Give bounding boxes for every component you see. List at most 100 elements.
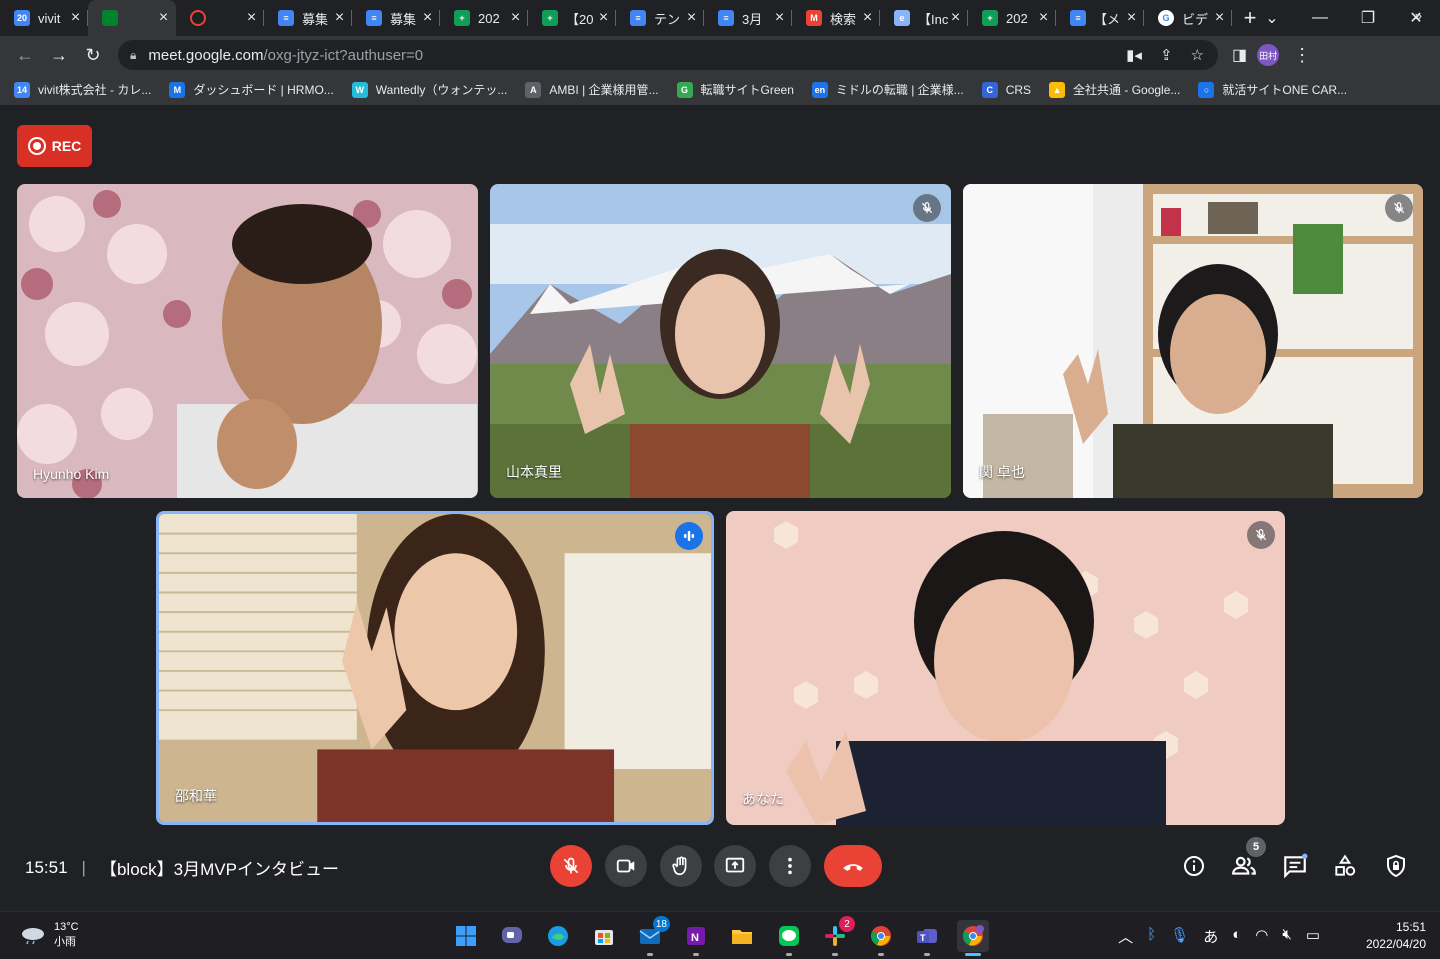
side-panel-icon[interactable]: ◨	[1232, 45, 1247, 65]
battery-icon[interactable]: ▭	[1306, 926, 1320, 947]
close-tab-icon[interactable]: ×	[245, 9, 258, 27]
minimize-button[interactable]: —	[1296, 9, 1344, 27]
lock-icon[interactable]: 🔒︎	[130, 48, 136, 63]
browser-tab[interactable]: 20 vivit ×	[0, 0, 88, 36]
restore-button[interactable]: ❐	[1344, 8, 1392, 28]
taskbar-mail[interactable]: 18	[634, 916, 670, 956]
more-bookmarks-button[interactable]: »	[1415, 8, 1422, 23]
teams-icon: T	[917, 929, 937, 943]
leave-call-button[interactable]	[824, 845, 882, 887]
browser-tab[interactable]: +202 ×	[440, 0, 528, 36]
camera-in-use-icon[interactable]: ▮◂	[1126, 46, 1142, 64]
tab-search-icon[interactable]: ⌄	[1248, 8, 1296, 28]
bluetooth-icon[interactable]: ᛒ	[1147, 926, 1156, 947]
close-tab-icon[interactable]: ×	[685, 9, 698, 27]
bookmark-item[interactable]: en ミドルの転職 | 企業様...	[811, 81, 964, 98]
bookmark-item[interactable]: 14 vivit株式会社 - カレ...	[14, 81, 151, 98]
focus-assist-icon[interactable]: ◐	[1232, 926, 1241, 947]
close-tab-icon[interactable]: ×	[1213, 9, 1226, 27]
browser-tab[interactable]: +202 ×	[968, 0, 1056, 36]
docs-icon: ≡	[366, 10, 382, 26]
browser-tab[interactable]: ×	[88, 0, 176, 36]
bookmark-item[interactable]: A AMBI | 企業様用管...	[525, 81, 659, 98]
activities-button[interactable]	[1328, 849, 1362, 883]
meeting-details-button[interactable]	[1177, 849, 1211, 883]
show-hidden-icons[interactable]: ︿	[1118, 926, 1133, 947]
close-tab-icon[interactable]: ×	[509, 9, 522, 27]
slack-badge: 2	[839, 916, 855, 932]
raise-hand-button[interactable]	[660, 845, 702, 887]
close-tab-icon[interactable]: ×	[1037, 9, 1050, 27]
browser-tab[interactable]: e 【Inc ×	[880, 0, 968, 36]
browser-tab[interactable]: + 【20 ×	[528, 0, 616, 36]
chat-button[interactable]	[1278, 849, 1312, 883]
more-options-button[interactable]	[769, 845, 811, 887]
close-tab-icon[interactable]: ×	[1125, 9, 1138, 27]
taskbar-chrome[interactable]	[865, 920, 897, 956]
taskbar-onenote[interactable]: N	[680, 920, 712, 956]
close-tab-icon[interactable]: ×	[597, 9, 610, 27]
participant-tile[interactable]: 山本真里	[490, 184, 951, 498]
close-tab-icon[interactable]: ×	[157, 9, 170, 27]
close-tab-icon[interactable]: ×	[421, 9, 434, 27]
participant-tile-active-speaker[interactable]: 邵和華	[156, 511, 714, 825]
share-icon[interactable]: ⇪	[1160, 46, 1173, 64]
back-button[interactable]: ←	[8, 45, 42, 66]
participant-tile[interactable]: Hyunho Kim	[17, 184, 478, 498]
recording-indicator: REC	[17, 125, 92, 167]
taskbar-line[interactable]	[773, 920, 805, 956]
camera-button[interactable]	[605, 845, 647, 887]
profile-avatar[interactable]: 田村	[1257, 44, 1280, 66]
taskbar-slack[interactable]: 2	[819, 916, 855, 956]
close-tab-icon[interactable]: ×	[949, 9, 962, 27]
taskbar-teams[interactable]: T	[911, 920, 943, 956]
browser-tab[interactable]: ≡ 募集 ×	[264, 0, 352, 36]
address-bar[interactable]: 🔒︎ meet.google.com/oxg-jtyz-ict?authuser…	[118, 40, 1218, 70]
participant-tile[interactable]: 関 卓也	[963, 184, 1423, 498]
bookmark-label: 転職サイトGreen	[700, 83, 794, 97]
forward-button[interactable]: →	[42, 45, 76, 66]
microphone-in-use-icon[interactable]: 🎙︎	[1170, 926, 1189, 947]
browser-tab[interactable]: M 検索 ×	[792, 0, 880, 36]
bookmark-item[interactable]: G 転職サイトGreen	[676, 81, 794, 98]
browser-tab[interactable]: ≡ 【メ ×	[1056, 0, 1144, 36]
close-tab-icon[interactable]: ×	[773, 9, 786, 27]
browser-tab[interactable]: G ビデ ×	[1144, 0, 1232, 36]
volume-muted-icon[interactable]: 🔇︎	[1282, 926, 1291, 947]
bookmark-item[interactable]: M ダッシュボード | HRMO...	[169, 81, 334, 98]
taskbar-store[interactable]	[588, 920, 620, 952]
browser-tab[interactable]: ×	[176, 0, 264, 36]
close-tab-icon[interactable]: ×	[333, 9, 346, 27]
folder-icon	[732, 930, 752, 944]
taskbar-chrome-profile[interactable]	[957, 920, 989, 956]
tab-title: 募集	[390, 11, 417, 27]
bookmark-item[interactable]: ▲ 全社共通 - Google...	[1049, 81, 1180, 98]
browser-tab[interactable]: ≡ 3月 ×	[704, 0, 792, 36]
bookmark-label: ダッシュボード | HRMO...	[193, 83, 334, 97]
browser-tab[interactable]: ≡ テン ×	[616, 0, 704, 36]
bookmark-item[interactable]: ○ 就活サイトONE CAR...	[1198, 81, 1347, 98]
bookmark-star-icon[interactable]: ☆	[1191, 46, 1204, 64]
ime-indicator[interactable]: あ	[1203, 926, 1218, 947]
calendar-icon: 20	[14, 10, 30, 26]
participant-name: 山本真里	[506, 464, 562, 480]
taskbar-explorer[interactable]	[726, 920, 758, 952]
clock[interactable]: 15:51 2022/04/20	[1366, 919, 1426, 953]
bookmark-item[interactable]: W Wantedly（ウォンテッ...	[351, 81, 507, 98]
camera-icon	[616, 859, 635, 873]
close-tab-icon[interactable]: ×	[69, 9, 82, 27]
participant-tile-self[interactable]: あなた	[726, 511, 1285, 825]
present-screen-button[interactable]	[714, 845, 756, 887]
taskbar-edge[interactable]	[542, 920, 574, 952]
taskbar-chat[interactable]	[496, 920, 528, 952]
weather-widget[interactable]: 13°C 小雨	[20, 920, 79, 950]
browser-tab[interactable]: ≡ 募集 ×	[352, 0, 440, 36]
microphone-off-button[interactable]	[550, 845, 592, 887]
host-controls-button[interactable]	[1379, 849, 1413, 883]
start-button[interactable]	[450, 920, 482, 952]
bookmark-item[interactable]: C CRS	[981, 81, 1031, 98]
close-tab-icon[interactable]: ×	[861, 9, 874, 27]
wifi-icon[interactable]: ◠	[1255, 926, 1268, 947]
reload-button[interactable]: ↻	[76, 45, 110, 66]
chrome-menu-icon[interactable]: ⋮	[1293, 45, 1311, 66]
